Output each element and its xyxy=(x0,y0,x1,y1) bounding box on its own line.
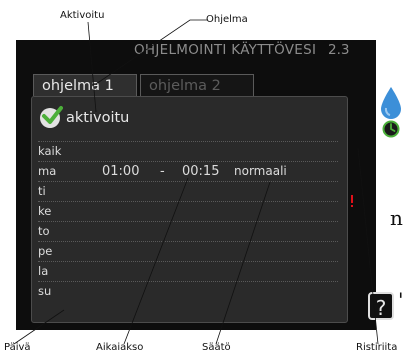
leader-paiva xyxy=(13,309,65,345)
leader-saato xyxy=(215,181,271,345)
leader-ohjelma xyxy=(95,19,208,85)
leader-aktivoitu xyxy=(87,21,97,113)
leader-aikaiakso xyxy=(123,177,189,345)
callout-leader-lines xyxy=(13,19,379,345)
leader-ristiriita xyxy=(357,147,379,345)
